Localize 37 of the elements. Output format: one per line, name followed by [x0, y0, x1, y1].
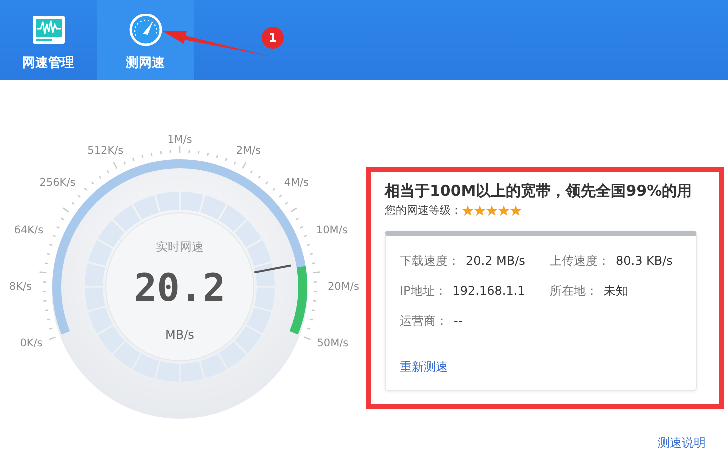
nav-tab[interactable]: 网速管理	[0, 0, 97, 80]
star-icon	[510, 205, 522, 216]
star-icon	[474, 205, 486, 216]
result-headline: 相当于100M以上的宽带，领先全国99%的用	[385, 181, 694, 202]
field-value: --	[454, 313, 463, 330]
field-value: 192.168.1.1	[452, 283, 526, 300]
scale-label: 256K/s	[40, 176, 76, 189]
gauge-caption: 实时网速	[156, 240, 204, 254]
scale-label: 512K/s	[88, 145, 124, 158]
scale-label: 2M/s	[236, 145, 262, 158]
rating-label: 您的网速等级：	[385, 202, 462, 218]
scale-label: 20M/s	[328, 280, 360, 293]
field-label: 下载速度：	[400, 253, 460, 270]
speedometer-icon	[129, 14, 162, 46]
field-value: 20.2 MB/s	[466, 253, 526, 270]
field-label: IP地址：	[400, 283, 447, 300]
scale-label: 64K/s	[14, 224, 44, 237]
field-value: 未知	[604, 283, 628, 300]
field-label: 上传速度：	[550, 253, 610, 270]
retest-link[interactable]: 重新测速	[400, 360, 448, 374]
scale-label: 50M/s	[317, 337, 349, 350]
scale-label: 0K/s	[20, 337, 43, 350]
scale-label: 4M/s	[284, 176, 310, 189]
star-icon	[462, 205, 474, 216]
field-label: 所在地：	[550, 283, 598, 300]
field-label: 运营商：	[400, 313, 448, 330]
scale-label: 1M/s	[168, 134, 192, 146]
nav-tab[interactable]: 测网速	[97, 0, 194, 80]
monitor-icon	[32, 16, 64, 44]
star-icon	[498, 205, 510, 216]
speed-unit: MB/s	[166, 328, 194, 342]
scale-label: 10M/s	[316, 224, 348, 237]
scale-label: 8K/s	[9, 280, 32, 293]
speed-reading: 20.2	[134, 266, 226, 310]
star-icon	[486, 205, 498, 216]
field-value: 80.3 KB/s	[616, 253, 673, 270]
help-link[interactable]: 测速说明	[658, 434, 706, 452]
